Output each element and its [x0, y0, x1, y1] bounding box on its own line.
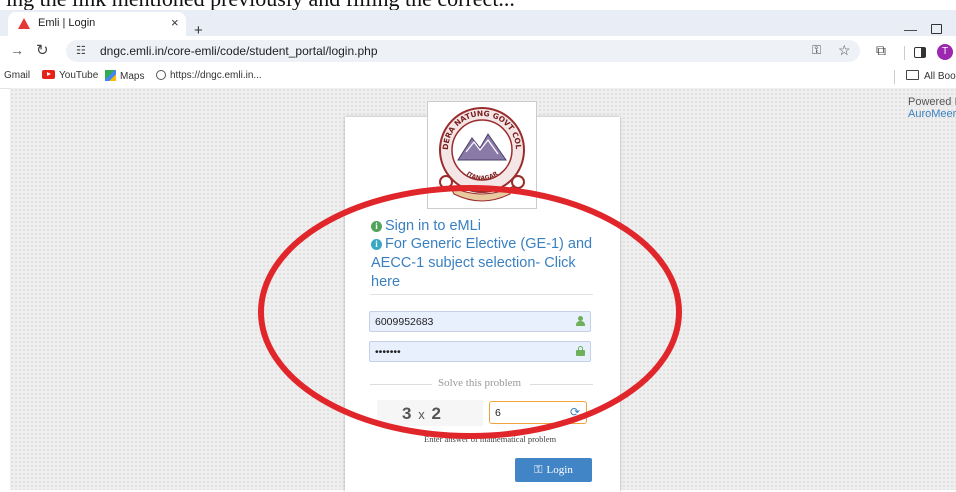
solve-divider-right — [530, 384, 593, 385]
captcha-answer-input[interactable] — [495, 405, 565, 420]
maps-icon — [105, 70, 116, 81]
tab-title: Emli | Login — [38, 17, 96, 29]
username-field[interactable] — [369, 311, 591, 332]
captcha-answer-field[interactable]: ⟳ — [489, 401, 587, 424]
login-label: Login — [546, 464, 573, 476]
divider — [370, 294, 593, 295]
lock-icon — [576, 346, 585, 356]
ge-selection-text-2: AECC-1 subject selection- Click — [371, 255, 576, 271]
page-caption: ing the link mentioned previously and fi… — [0, 0, 956, 10]
bookmark-maps[interactable]: Maps — [105, 70, 144, 82]
password-field[interactable] — [369, 341, 591, 362]
site-settings-icon[interactable]: ☷ — [76, 44, 86, 57]
address-bar[interactable]: ☷ dngc.emli.in/core-emli/code/student_po… — [66, 40, 860, 62]
user-icon — [576, 316, 585, 326]
minimize-button[interactable]: — — [904, 22, 917, 37]
profile-avatar[interactable]: T — [937, 44, 953, 60]
sign-in-text: Sign in to eMLi — [385, 218, 481, 234]
all-bookmarks-button[interactable]: All Book — [906, 70, 956, 82]
college-seal-icon: DERA NATUNG GOVT COLLEGE ITANAGAR — [425, 95, 525, 202]
globe-icon — [156, 70, 166, 80]
bookmark-youtube[interactable]: YouTube — [42, 70, 98, 81]
toolbar-divider — [904, 46, 905, 60]
emli-favicon-icon — [18, 18, 30, 29]
ge-selection-text: For Generic Elective (GE-1) and — [385, 236, 593, 252]
solve-title: Solve this problem — [438, 377, 522, 389]
ge-selection-text-3: here — [371, 274, 401, 290]
reload-icon[interactable]: ↻ — [36, 41, 49, 59]
login-button[interactable]: ⚿ Login — [515, 458, 592, 482]
tab-bar: Emli | Login × + — — [0, 10, 956, 39]
bookmark-gmail[interactable]: Gmail — [4, 70, 30, 81]
caption-text: ing the link mentioned previously and fi… — [6, 0, 515, 10]
bookmark-label: Gmail — [4, 70, 31, 81]
captcha-image: 3 x 2 — [377, 400, 483, 426]
captcha-hint: Enter answer of mathematical problem — [424, 434, 557, 444]
ge-selection-link-line2[interactable]: AECC-1 subject selection- Click — [371, 253, 576, 273]
youtube-icon — [42, 70, 55, 79]
bookmarks-bar: Gmail YouTube Maps https://dngc.emli.in.… — [0, 66, 956, 89]
tab-close-icon[interactable]: × — [171, 15, 179, 30]
username-input[interactable] — [375, 314, 565, 329]
extensions-icon[interactable]: ⧉ — [876, 42, 886, 59]
bookmark-label: YouTube — [59, 70, 99, 81]
bookmark-label: Maps — [120, 71, 145, 82]
captcha-expression: 3 x 2 — [402, 404, 442, 424]
info-icon: i — [371, 221, 382, 232]
password-key-icon[interactable]: ⚿ — [812, 43, 821, 58]
side-panel-icon[interactable] — [914, 47, 926, 58]
refresh-icon[interactable]: ⟳ — [570, 406, 580, 418]
captcha-operator: x — [418, 407, 426, 422]
info-icon: i — [371, 239, 382, 250]
powered-by-text: Powered I — [908, 96, 956, 108]
bookmark-star-icon[interactable]: ☆ — [838, 42, 851, 59]
bookmark-dngc[interactable]: https://dngc.emli.in... — [156, 70, 262, 81]
college-logo: DERA NATUNG GOVT COLLEGE ITANAGAR — [425, 95, 537, 209]
captcha-operand-b: 2 — [431, 404, 442, 423]
restore-window-icon[interactable] — [931, 24, 942, 34]
url-text[interactable]: dngc.emli.in/core-emli/code/student_port… — [100, 44, 378, 58]
key-icon: ⚿ — [534, 463, 543, 476]
captcha-operand-a: 3 — [402, 404, 413, 423]
bookmarks-divider — [894, 70, 895, 84]
tab-emli-login[interactable]: Emli | Login × — [8, 12, 186, 36]
forward-arrow-icon[interactable]: → — [10, 42, 24, 58]
password-input[interactable] — [375, 344, 565, 359]
navigation-bar: → ↻ ☷ dngc.emli.in/core-emli/code/studen… — [0, 36, 956, 66]
solve-divider-left — [370, 384, 432, 385]
folder-icon — [906, 70, 919, 80]
all-bookmarks-label: All Book — [924, 71, 956, 82]
powered-by-link[interactable]: AuroMeer — [908, 108, 956, 120]
sign-in-link[interactable]: i Sign in to eMLi — [371, 216, 481, 236]
ge-selection-link[interactable]: i For Generic Elective (GE-1) and — [371, 234, 592, 254]
bookmark-label: https://dngc.emli.in... — [170, 70, 262, 81]
ge-selection-link-line3[interactable]: here — [371, 272, 400, 292]
